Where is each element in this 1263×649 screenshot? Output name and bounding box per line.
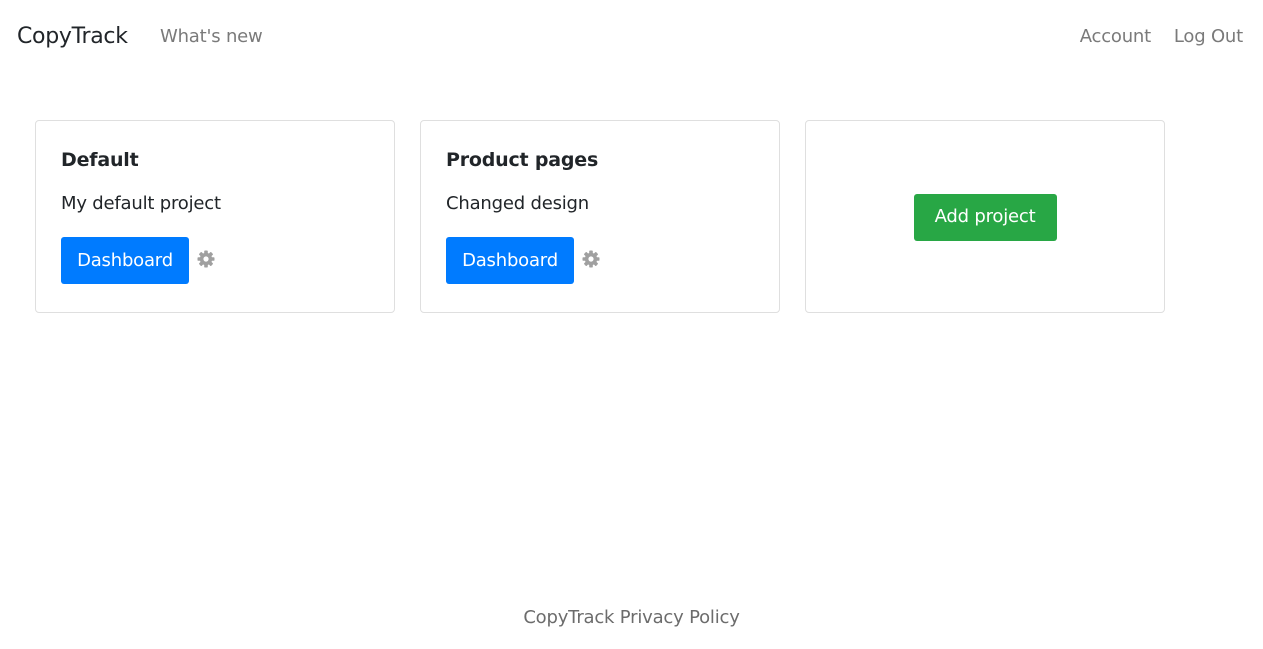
add-project-card: Add project bbox=[805, 120, 1165, 313]
dashboard-button[interactable]: Dashboard bbox=[446, 237, 574, 284]
whats-new-link[interactable]: What's new bbox=[160, 25, 263, 49]
project-title: Default bbox=[61, 149, 139, 171]
privacy-policy-link[interactable]: CopyTrack Privacy Policy bbox=[523, 607, 740, 628]
project-title: Product pages bbox=[446, 149, 599, 171]
project-card-product-pages: Product pages Changed design Dashboard bbox=[420, 120, 780, 313]
gear-icon[interactable] bbox=[196, 249, 216, 269]
footer: CopyTrack Privacy Policy bbox=[0, 604, 1263, 632]
top-navbar: CopyTrack What's new Account Log Out bbox=[0, 0, 1263, 76]
project-description: Changed design bbox=[446, 193, 589, 214]
brand-logo-link[interactable]: CopyTrack bbox=[17, 22, 128, 52]
project-description: My default project bbox=[61, 193, 221, 214]
page: CopyTrack What's new Account Log Out Def… bbox=[0, 0, 1263, 649]
project-cards: Default My default project Dashboard Pro… bbox=[35, 120, 1165, 313]
project-card-default: Default My default project Dashboard bbox=[35, 120, 395, 313]
dashboard-button[interactable]: Dashboard bbox=[61, 237, 189, 284]
gear-icon[interactable] bbox=[581, 249, 601, 269]
account-link[interactable]: Account bbox=[1080, 25, 1151, 49]
logout-link[interactable]: Log Out bbox=[1174, 25, 1243, 49]
add-project-button[interactable]: Add project bbox=[913, 193, 1057, 241]
